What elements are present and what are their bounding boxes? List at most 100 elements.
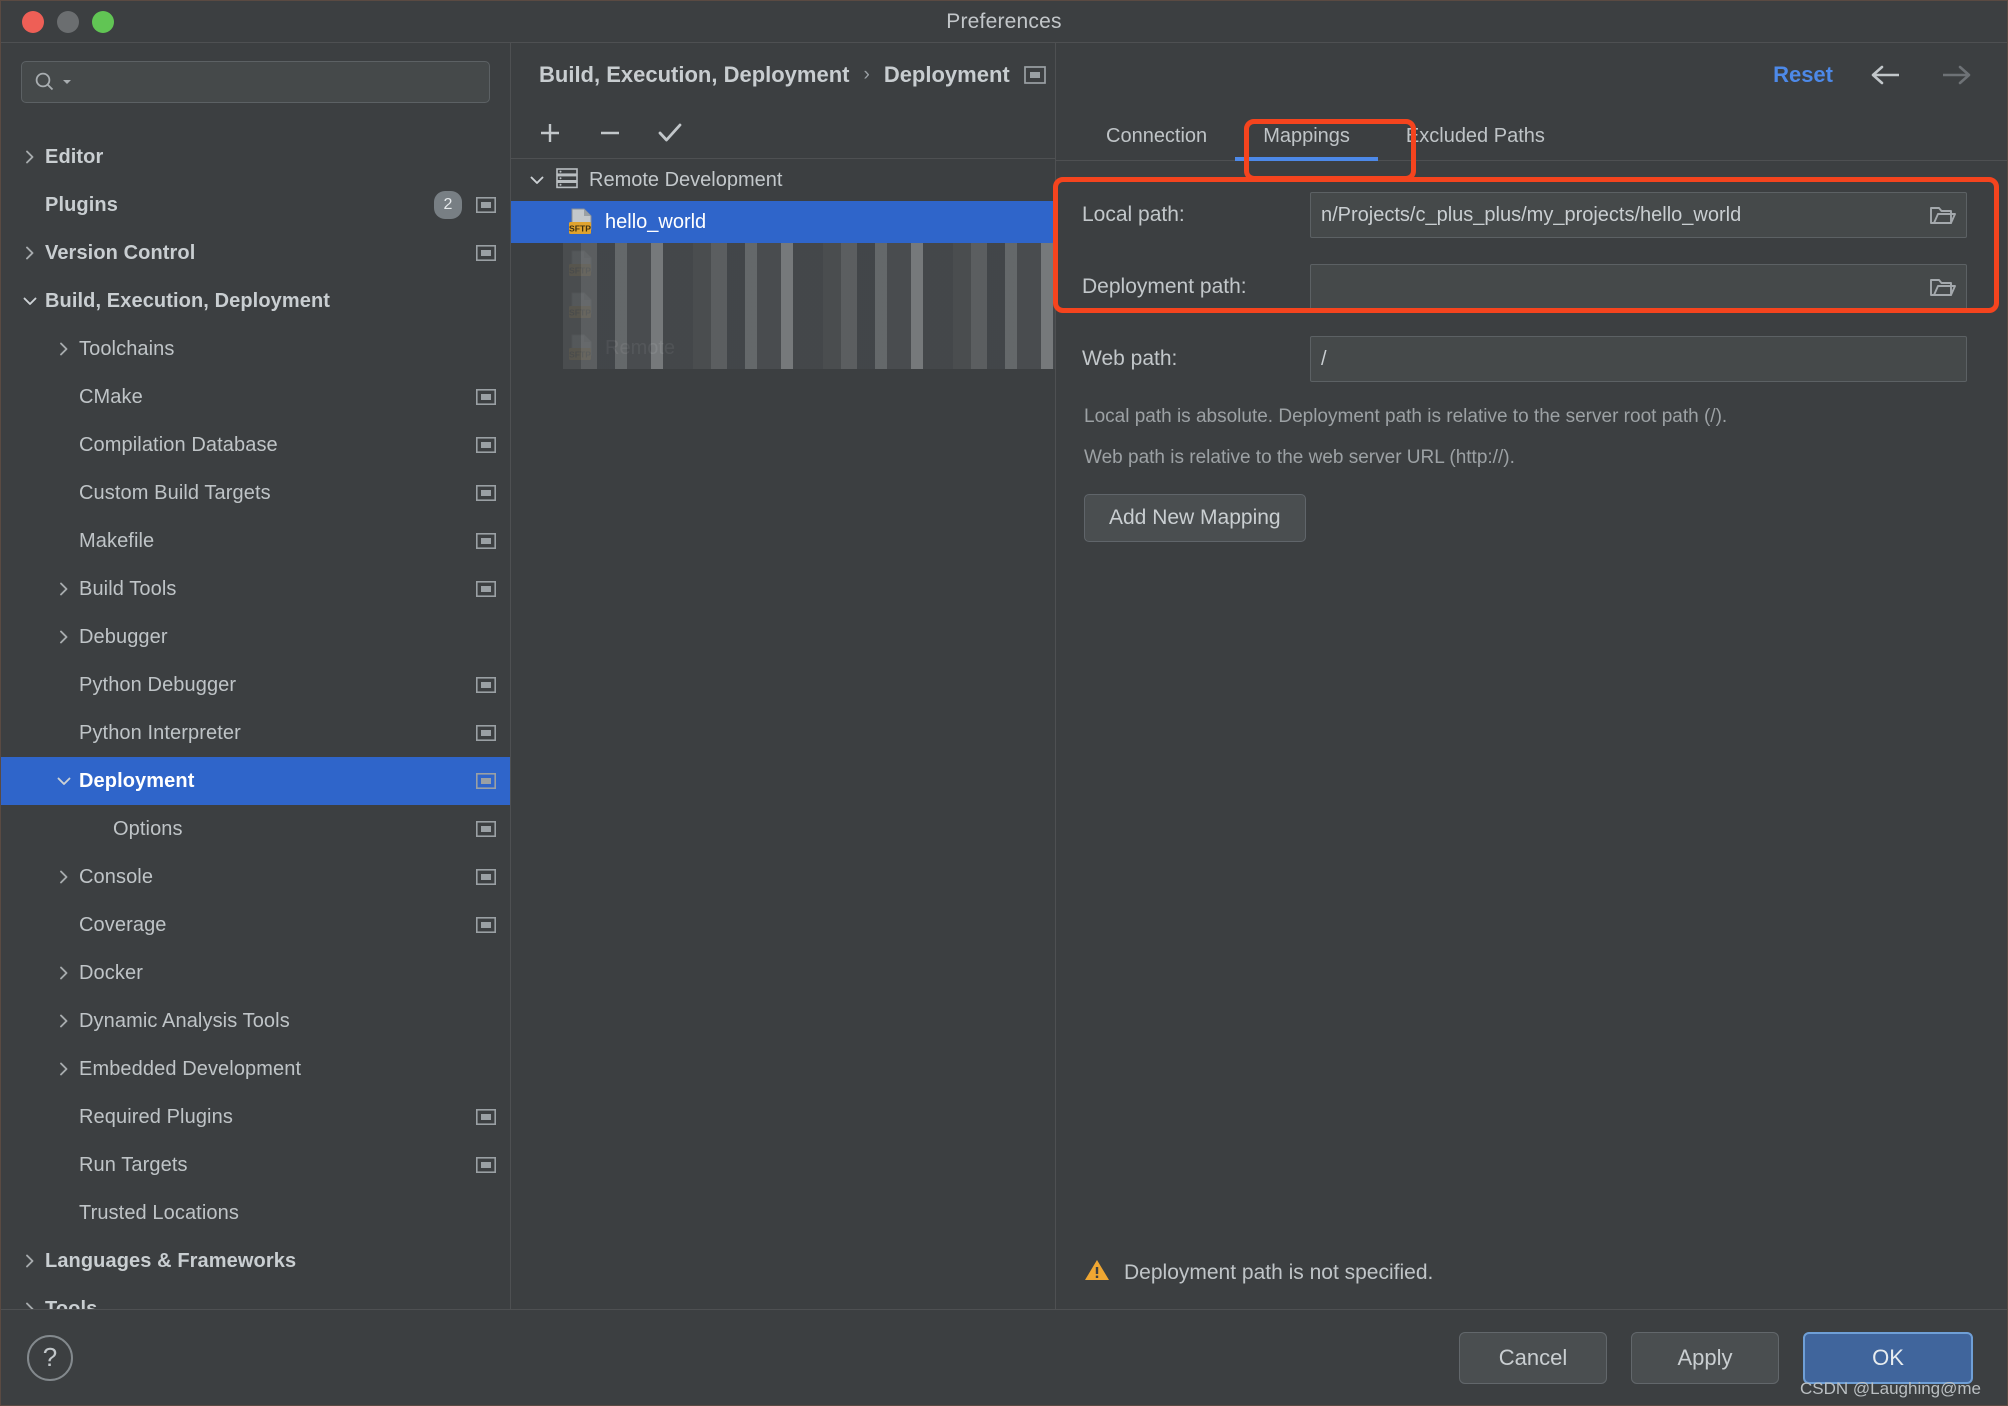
chevron-right-icon[interactable] <box>15 245 45 261</box>
sidebar-item-cmake[interactable]: CMake <box>1 373 510 421</box>
help-button[interactable]: ? <box>27 1334 73 1381</box>
sidebar-item-required-plugins[interactable]: Required Plugins <box>1 1093 510 1141</box>
sidebar-item-version-control[interactable]: Version Control <box>1 229 510 277</box>
server-item-redacted[interactable]: SFTP <box>511 243 1055 285</box>
arrow-left-icon[interactable] <box>1869 60 1903 90</box>
redaction-overlay <box>563 285 1055 327</box>
sidebar-item-options[interactable]: Options <box>1 805 510 853</box>
chevron-right-icon[interactable] <box>49 581 79 597</box>
server-item-redacted[interactable]: SFTPRemote <box>511 327 1055 369</box>
breadcrumb-separator: › <box>863 64 870 85</box>
arrow-right-icon[interactable] <box>1939 60 1973 90</box>
maximize-window-button[interactable] <box>92 10 114 33</box>
chevron-down-icon[interactable] <box>49 773 79 789</box>
input-wrap-web-path[interactable] <box>1310 336 1967 382</box>
chevron-down-icon[interactable] <box>15 293 45 309</box>
search-box[interactable] <box>21 61 490 103</box>
sidebar-item-label: Required Plugins <box>79 1105 233 1128</box>
chevron-right-icon[interactable] <box>49 341 79 357</box>
minimize-window-button[interactable] <box>57 10 79 33</box>
sidebar-item-python-debugger[interactable]: Python Debugger <box>1 661 510 709</box>
sidebar-item-dynamic-analysis-tools[interactable]: Dynamic Analysis Tools <box>1 997 510 1045</box>
server-tree[interactable]: Remote DevelopmentSFTPhello_worldSFTPSFT… <box>511 159 1055 1309</box>
folder-icon[interactable] <box>1926 272 1960 302</box>
chevron-right-icon[interactable] <box>15 1301 45 1309</box>
project-scope-badge-icon <box>476 917 496 933</box>
tab-excluded-paths[interactable]: Excluded Paths <box>1378 112 1573 160</box>
tab-mappings[interactable]: Mappings <box>1235 112 1378 161</box>
sidebar-item-custom-build-targets[interactable]: Custom Build Targets <box>1 469 510 517</box>
search-dropdown-icon[interactable] <box>62 78 72 86</box>
settings-tree[interactable]: Editor Plugins 2 Version Control Build, Exec… <box>1 117 510 1309</box>
input-wrap-deployment-path[interactable] <box>1310 264 1967 310</box>
project-scope-badge-icon <box>476 821 496 837</box>
sidebar-item-label: Plugins <box>45 193 118 216</box>
sidebar-item-makefile[interactable]: Makefile <box>1 517 510 565</box>
chevron-right-icon[interactable] <box>49 869 79 885</box>
sidebar-item-label: Version Control <box>45 241 196 264</box>
sidebar-item-console[interactable]: Console <box>1 853 510 901</box>
server-group-remote-development[interactable]: Remote Development <box>511 159 1055 201</box>
sidebar-item-label: Deployment <box>79 769 195 792</box>
sidebar-item-compilation-database[interactable]: Compilation Database <box>1 421 510 469</box>
sidebar-item-tools[interactable]: Tools <box>1 1285 510 1309</box>
sidebar-item-label: Python Interpreter <box>79 721 241 744</box>
chevron-right-icon[interactable] <box>15 1253 45 1269</box>
project-scope-badge-icon <box>476 533 496 549</box>
sidebar-item-toolchains[interactable]: Toolchains <box>1 325 510 373</box>
traffic-light-group <box>1 10 114 33</box>
sidebar-item-coverage[interactable]: Coverage <box>1 901 510 949</box>
sidebar-item-languages-frameworks[interactable]: Languages & Frameworks <box>1 1237 510 1285</box>
chevron-right-icon[interactable] <box>49 1061 79 1077</box>
cancel-button[interactable]: Cancel <box>1459 1331 1607 1384</box>
breadcrumb-parent[interactable]: Build, Execution, Deployment <box>539 62 849 88</box>
apply-button[interactable]: Apply <box>1631 1331 1779 1384</box>
server-item-redacted[interactable]: SFTP <box>511 285 1055 327</box>
sftp-icon: SFTP <box>569 208 595 236</box>
server-item-hello-world[interactable]: SFTP hello_world <box>511 201 1055 243</box>
sidebar-item-debugger[interactable]: Debugger <box>1 613 510 661</box>
svg-text:SFTP: SFTP <box>569 223 591 233</box>
chevron-right-icon[interactable] <box>15 149 45 165</box>
server-item-label: hello_world <box>605 210 707 233</box>
sidebar-item-label: Dynamic Analysis Tools <box>79 1009 290 1032</box>
sidebar-item-run-targets[interactable]: Run Targets <box>1 1141 510 1189</box>
sidebar-item-python-interpreter[interactable]: Python Interpreter <box>1 709 510 757</box>
sidebar-item-label: Languages & Frameworks <box>45 1249 297 1272</box>
search-input[interactable] <box>78 72 477 92</box>
sidebar-item-label: Run Targets <box>79 1153 188 1176</box>
close-window-button[interactable] <box>22 10 44 33</box>
sidebar-item-embedded-development[interactable]: Embedded Development <box>1 1045 510 1093</box>
add-new-mapping-button[interactable]: Add New Mapping <box>1084 494 1306 542</box>
sidebar-item-build-execution-deployment[interactable]: Build, Execution, Deployment <box>1 277 510 325</box>
mapping-tabs[interactable]: Connection Mappings Excluded Paths <box>1056 107 2007 161</box>
sidebar-item-label: Makefile <box>79 529 155 552</box>
sidebar-item-docker[interactable]: Docker <box>1 949 510 997</box>
chevron-right-icon[interactable] <box>49 629 79 645</box>
chevron-down-icon[interactable] <box>529 172 545 188</box>
project-scope-badge-icon <box>1023 66 1046 84</box>
sidebar-item-editor[interactable]: Editor <box>1 133 510 181</box>
input-deployment-path[interactable] <box>1321 275 1926 299</box>
server-list-panel: Build, Execution, Deployment › Deploymen… <box>511 43 1056 1309</box>
label-deployment-path: Deployment path: <box>1082 275 1247 298</box>
project-scope-badge-icon <box>476 1157 496 1173</box>
sidebar-item-plugins[interactable]: Plugins 2 <box>1 181 510 229</box>
input-web-path[interactable] <box>1321 347 1960 371</box>
sidebar-item-build-tools[interactable]: Build Tools <box>1 565 510 613</box>
folder-icon[interactable] <box>1926 200 1960 230</box>
mappings-form: Local path: Deployment path: Web path: Loc… <box>1056 161 2007 1309</box>
input-local-path[interactable] <box>1321 203 1926 227</box>
chevron-right-icon[interactable] <box>49 1013 79 1029</box>
tab-connection[interactable]: Connection <box>1078 112 1235 160</box>
ok-button[interactable]: OK <box>1803 1331 1973 1384</box>
sidebar-item-label: Editor <box>45 145 104 168</box>
input-wrap-local-path[interactable] <box>1310 192 1967 238</box>
set-default-server-button[interactable] <box>653 116 687 150</box>
remove-server-button[interactable] <box>593 116 627 150</box>
add-server-button[interactable] <box>533 116 567 150</box>
chevron-right-icon[interactable] <box>49 965 79 981</box>
reset-button[interactable]: Reset <box>1773 62 1833 88</box>
sidebar-item-deployment[interactable]: Deployment <box>1 757 510 805</box>
sidebar-item-trusted-locations[interactable]: Trusted Locations <box>1 1189 510 1237</box>
